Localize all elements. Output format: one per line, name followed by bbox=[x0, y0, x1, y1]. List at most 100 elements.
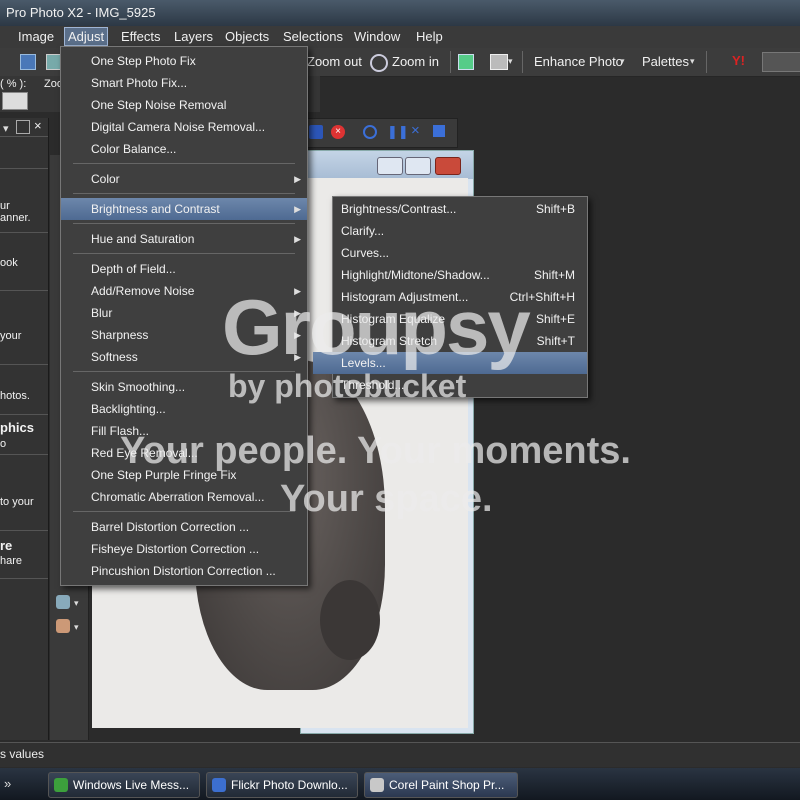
task-windows-live-messenger[interactable]: Windows Live Mess... bbox=[48, 772, 200, 798]
menu-item-label: Backlighting... bbox=[91, 402, 166, 416]
cat-tail bbox=[320, 580, 380, 660]
menu-selections[interactable]: Selections bbox=[283, 29, 343, 44]
window-close-icon[interactable] bbox=[435, 157, 461, 175]
menu-item-label: Fisheye Distortion Correction ... bbox=[91, 542, 260, 556]
menu-divider bbox=[73, 193, 295, 194]
menu-item-label: Pincushion Distortion Correction ... bbox=[91, 564, 276, 578]
palettes-button[interactable]: Palettes bbox=[642, 54, 689, 69]
menu-item-label: Add/Remove Noise bbox=[91, 284, 195, 298]
watermark-brand: Groupsy bbox=[222, 283, 531, 371]
menu-item-label: Barrel Distortion Correction ... bbox=[91, 520, 250, 534]
watermark-line2: Your space. bbox=[280, 478, 493, 520]
task-corel-paint-shop[interactable]: Corel Paint Shop Pr... bbox=[364, 772, 518, 798]
messenger-icon bbox=[54, 778, 68, 792]
menu-item-brightness-and-contrast[interactable]: Brightness and Contrast ▶ bbox=[61, 198, 307, 220]
menu-item-color[interactable]: Color ▶ bbox=[61, 168, 307, 190]
watermark-sub: by photobucket bbox=[228, 368, 467, 404]
menu-item-pincushion-distortion-correction[interactable]: Pincushion Distortion Correction ... bbox=[61, 560, 307, 582]
panel-fragment: o bbox=[0, 438, 7, 450]
palettes-dropdown-icon[interactable]: ▾ bbox=[690, 56, 695, 67]
red-eye-tool-icon[interactable] bbox=[56, 619, 70, 633]
toolbar-search-input[interactable] bbox=[762, 52, 800, 72]
panel-heading-fragment: re bbox=[0, 538, 13, 553]
menu-window[interactable]: Window bbox=[354, 29, 400, 44]
stop-icon[interactable]: × bbox=[331, 125, 345, 139]
menu-item-label: Sharpness bbox=[91, 328, 149, 342]
menu-item-label: Digital Camera Noise Removal... bbox=[91, 120, 266, 134]
menu-item-fisheye-distortion-correction[interactable]: Fisheye Distortion Correction ... bbox=[61, 538, 307, 560]
menu-layers[interactable]: Layers bbox=[174, 29, 213, 44]
chevron-down-icon[interactable]: ▾ bbox=[74, 622, 79, 633]
enhance-photo-button[interactable]: Enhance Photo bbox=[534, 54, 623, 69]
menu-adjust[interactable]: Adjust bbox=[64, 27, 109, 46]
run-script-icon[interactable] bbox=[309, 125, 323, 139]
zoom-out-button[interactable]: Zoom out bbox=[307, 54, 362, 69]
menu-effects[interactable]: Effects bbox=[121, 29, 161, 44]
menu-image[interactable]: Image bbox=[18, 29, 54, 44]
brush-icon[interactable] bbox=[56, 595, 70, 609]
submenu-item-label: Clarify... bbox=[341, 224, 385, 238]
menu-item-label: Smart Photo Fix... bbox=[91, 76, 188, 90]
save-script-icon[interactable] bbox=[433, 125, 445, 137]
save-icon[interactable] bbox=[20, 54, 36, 70]
pause-icon[interactable]: ❚❚ bbox=[387, 124, 409, 140]
menu-item-color-balance[interactable]: Color Balance... bbox=[61, 138, 307, 160]
menu-divider bbox=[73, 163, 295, 164]
panel-fragment: ook bbox=[0, 257, 18, 269]
submenu-item-brightness-contrast[interactable]: Brightness/Contrast... Shift+B bbox=[333, 198, 587, 220]
panel-fragment: hotos. bbox=[0, 390, 30, 402]
cancel-icon[interactable]: × bbox=[411, 122, 420, 139]
chevron-down-icon[interactable]: ▾ bbox=[74, 598, 79, 609]
submenu-item-label: Brightness/Contrast... bbox=[341, 202, 457, 216]
menu-item-label: One Step Photo Fix bbox=[91, 54, 196, 68]
chevron-down-icon[interactable]: ▾ bbox=[508, 56, 513, 67]
yahoo-icon[interactable]: Y! bbox=[732, 53, 745, 68]
quick-launch-chevron-icon[interactable]: » bbox=[4, 772, 22, 796]
submenu-item-clarify[interactable]: Clarify... bbox=[333, 220, 587, 242]
copy-icon[interactable] bbox=[490, 54, 508, 70]
menu-item-barrel-distortion-correction[interactable]: Barrel Distortion Correction ... bbox=[61, 516, 307, 538]
menu-item-label: Chromatic Aberration Removal... bbox=[91, 490, 265, 504]
submenu-arrow-icon: ▶ bbox=[294, 174, 301, 184]
status-bar: s values bbox=[0, 742, 800, 767]
menu-item-one-step-noise-removal[interactable]: One Step Noise Removal bbox=[61, 94, 307, 116]
menu-item-label: Hue and Saturation bbox=[91, 232, 195, 246]
menu-item-depth-of-field[interactable]: Depth of Field... bbox=[61, 258, 307, 280]
restore-icon[interactable] bbox=[405, 157, 431, 175]
panel-options-icon[interactable]: ▾ bbox=[3, 122, 9, 135]
menu-item-smart-photo-fix[interactable]: Smart Photo Fix... bbox=[61, 72, 307, 94]
zoom-in-button[interactable]: Zoom in bbox=[392, 54, 439, 69]
menu-item-label: Brightness and Contrast bbox=[91, 202, 220, 216]
status-text: s values bbox=[0, 747, 45, 761]
maximize-icon[interactable] bbox=[16, 120, 30, 134]
percent-spinner[interactable] bbox=[2, 92, 28, 110]
menu-help[interactable]: Help bbox=[416, 29, 443, 44]
submenu-arrow-icon: ▶ bbox=[294, 204, 301, 214]
window-title: Pro Photo X2 - IMG_5925 bbox=[6, 5, 156, 20]
image-window-titlebar[interactable] bbox=[301, 151, 473, 179]
enhance-dropdown-icon[interactable]: ▾ bbox=[620, 56, 625, 67]
submenu-item-shortcut: Shift+B bbox=[535, 202, 575, 216]
browser-icon bbox=[212, 778, 226, 792]
minimize-icon[interactable] bbox=[377, 157, 403, 175]
panel-fragment: anner. bbox=[0, 212, 31, 224]
menu-item-hue-and-saturation[interactable]: Hue and Saturation ▶ bbox=[61, 228, 307, 250]
submenu-arrow-icon: ▶ bbox=[294, 234, 301, 244]
panel-fragment: hare bbox=[0, 555, 23, 567]
menu-objects[interactable]: Objects bbox=[225, 29, 269, 44]
submenu-item-curves[interactable]: Curves... bbox=[333, 242, 587, 264]
record-icon[interactable] bbox=[363, 125, 377, 139]
menu-item-digital-camera-noise-removal[interactable]: Digital Camera Noise Removal... bbox=[61, 116, 307, 138]
submenu-item-shortcut: Shift+T bbox=[536, 334, 575, 348]
panel-fragment: to your bbox=[0, 496, 34, 508]
submenu-item-shortcut: Shift+E bbox=[535, 312, 575, 326]
panel-heading-fragment: phics bbox=[0, 420, 34, 435]
screen-icon[interactable] bbox=[458, 54, 474, 70]
menu-item-label: Depth of Field... bbox=[91, 262, 176, 276]
menu-item-one-step-photo-fix[interactable]: One Step Photo Fix bbox=[61, 50, 307, 72]
menu-item-label: Softness bbox=[91, 350, 138, 364]
menu-item-chromatic-aberration-removal[interactable]: Chromatic Aberration Removal... bbox=[61, 486, 307, 508]
task-flickr-downloader[interactable]: Flickr Photo Downlo... bbox=[206, 772, 358, 798]
close-icon[interactable]: × bbox=[34, 118, 42, 133]
submenu-item-label: Curves... bbox=[341, 246, 390, 260]
